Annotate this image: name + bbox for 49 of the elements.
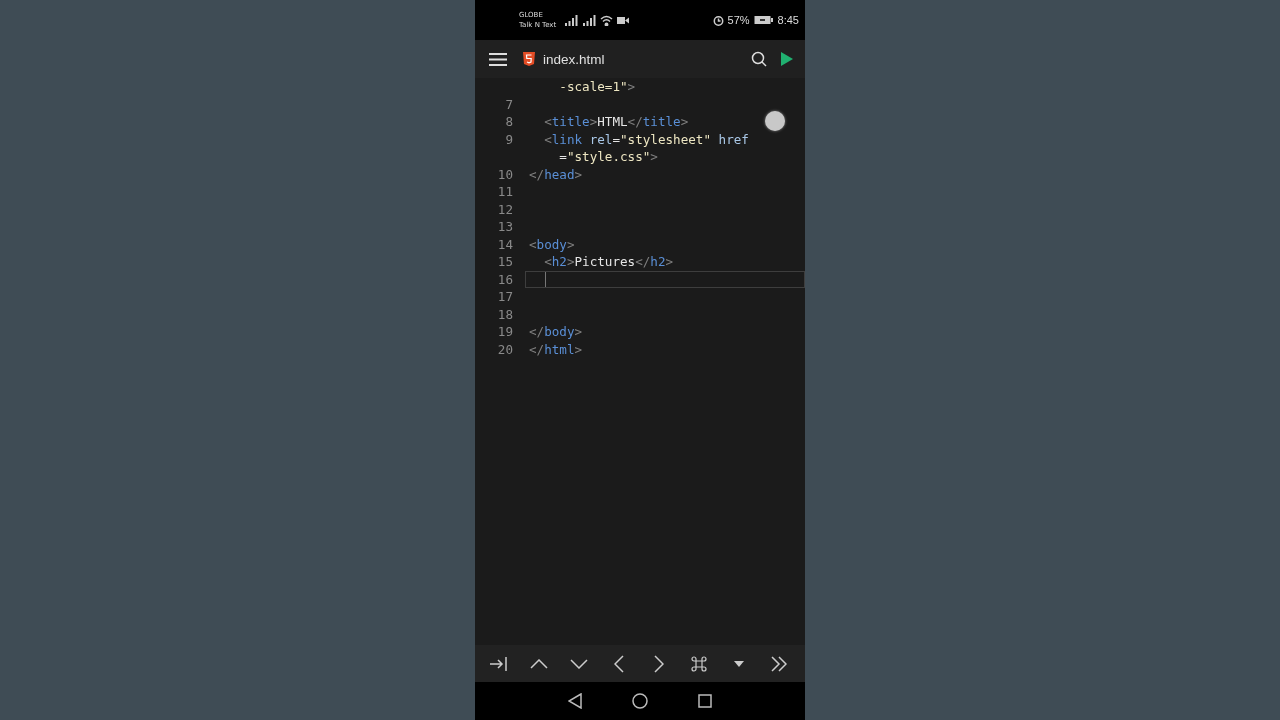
run-icon[interactable] [781,52,793,66]
down-chevron-icon[interactable] [570,658,588,669]
right-chevron-icon[interactable] [654,654,664,673]
code-line: </head> [529,166,583,182]
line-number: 11 [497,184,513,200]
file-name: index.html [543,51,605,67]
signal-icon [564,14,579,26]
line-number: 12 [497,201,513,217]
clock: 8:45 [777,14,799,26]
touch-indicator [765,111,785,131]
battery-icon [753,15,774,25]
line-number: 16 [497,271,513,287]
alarm-icon [712,14,724,26]
line-number: 10 [497,166,513,182]
code-line: <h2>Pictures</h2> [543,254,674,270]
code-line: </body> [529,324,583,340]
text-cursor [545,271,546,287]
command-key-icon[interactable] [691,655,707,672]
line-number: 17 [497,289,513,305]
code-line: -scale=1"> [558,79,636,95]
up-chevron-icon[interactable] [530,658,548,669]
code-line: <link rel="stylesheet" href [543,131,749,147]
menu-icon[interactable] [489,52,507,66]
code-line: </html> [529,341,583,357]
line-number: 20 [497,341,513,357]
line-number: 18 [497,306,513,322]
back-icon[interactable] [568,693,582,709]
double-chevron-icon[interactable] [771,655,787,672]
search-icon[interactable] [751,51,767,67]
signal-icon [582,14,597,26]
line-number: 9 [505,131,513,147]
left-chevron-icon[interactable] [614,654,624,673]
code-line: <title>HTML</title> [543,114,689,130]
recents-icon[interactable] [698,694,712,708]
wifi-icon [600,14,614,26]
code-line: ="style.css"> [558,149,658,165]
line-number: 14 [497,236,513,252]
dropdown-triangle-icon[interactable] [734,660,744,667]
line-number: 19 [497,324,513,340]
line-number: 8 [505,114,513,130]
battery-percent: 57% [727,14,750,26]
line-number: 7 [505,96,513,112]
html-file-icon [523,52,535,66]
video-icon [617,15,630,25]
line-number: 13 [497,219,513,235]
home-icon[interactable] [632,693,648,709]
tab-key-icon[interactable] [489,655,509,672]
code-line: <body> [529,236,575,252]
line-number: 15 [497,254,513,270]
